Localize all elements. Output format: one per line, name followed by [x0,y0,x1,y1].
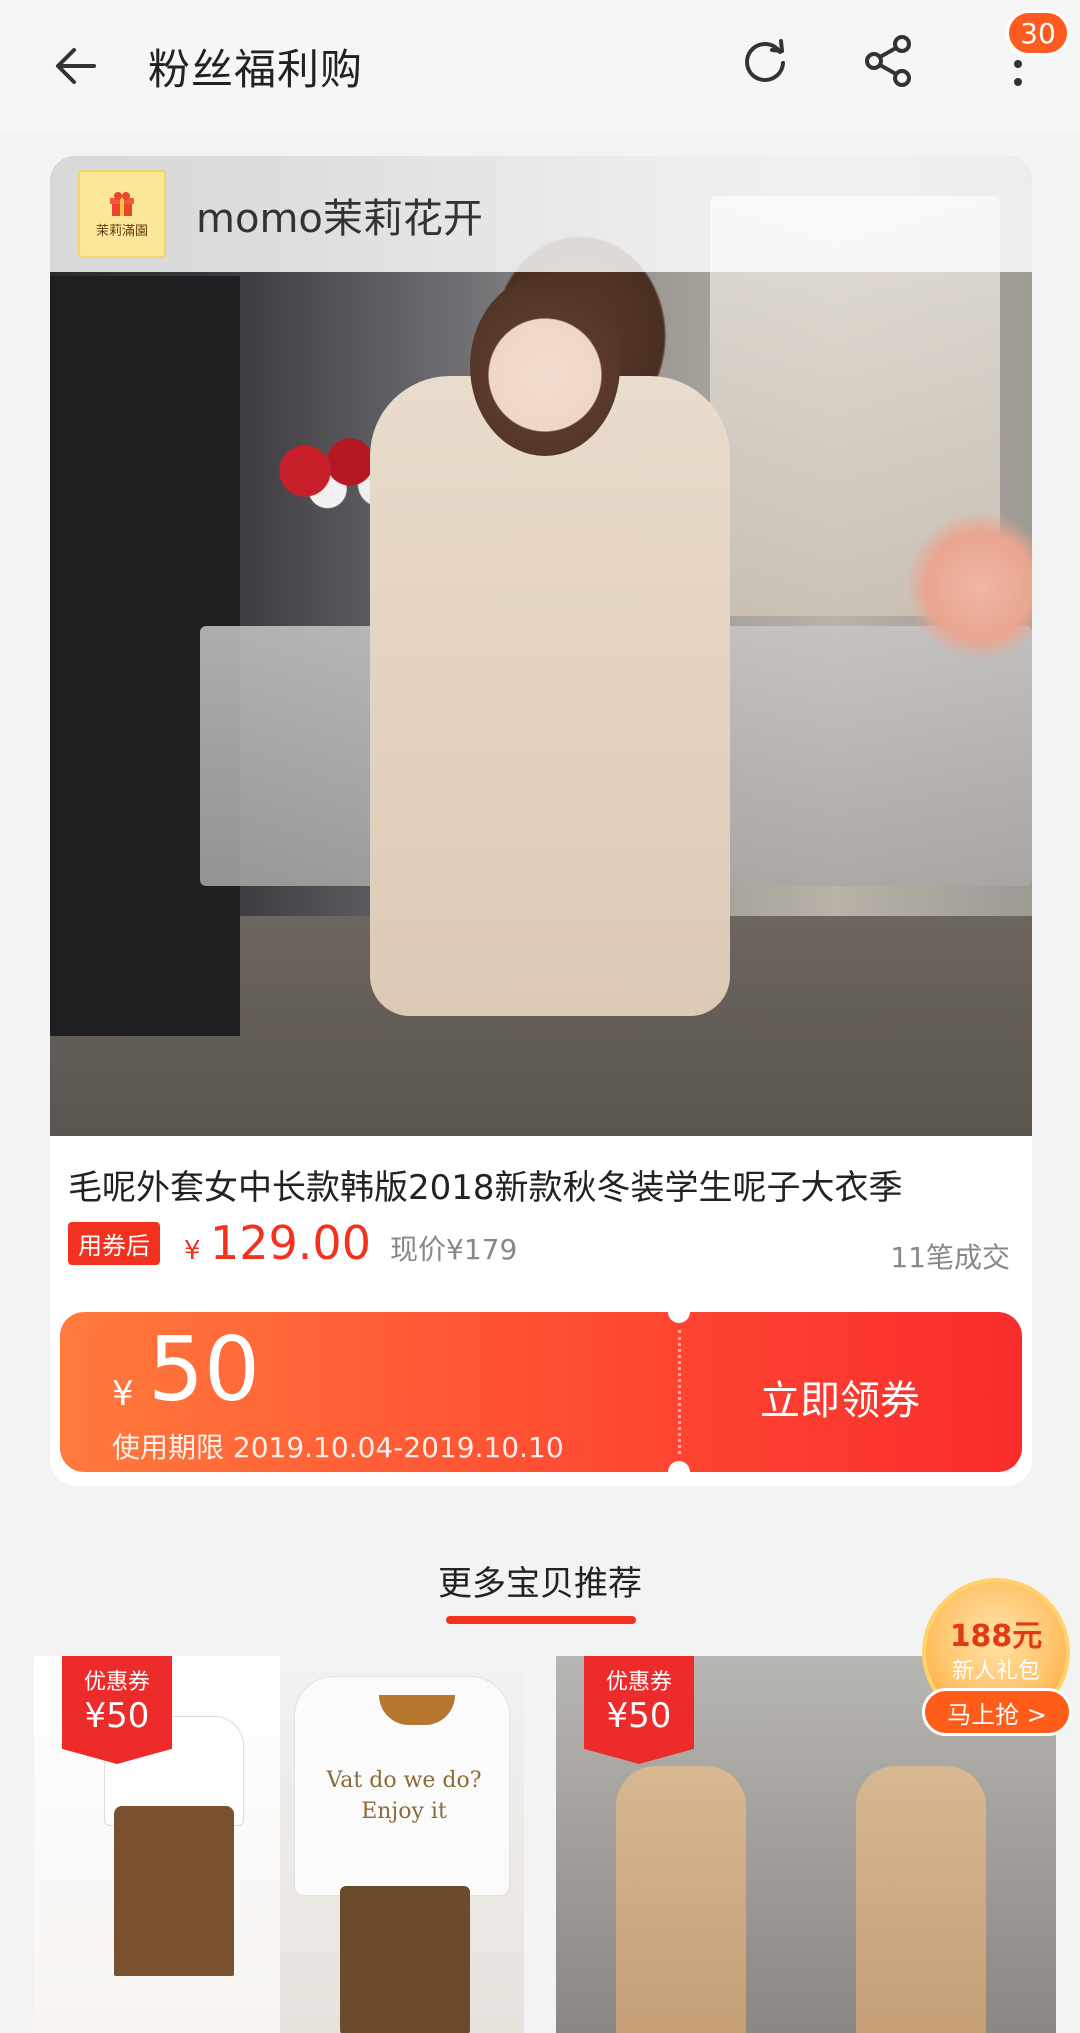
coupon-ribbon-amount: ¥50 [606,1696,672,1736]
promo-amount: 188元 [949,1618,1043,1654]
coupon-banner[interactable]: ¥ 50 使用期限 2019.10.04-2019.10.10 立即领券 [60,1312,1022,1472]
recommend-item[interactable]: Vat do we do? Enjoy it [280,1656,524,2033]
item-sweater-collar [379,1695,455,1725]
item-trench-coat [856,1766,986,2033]
shop-name[interactable]: momo茉莉花开 [196,186,483,244]
coupon-ribbon: 优惠券 ¥50 [62,1656,172,1764]
recommend-section-underline [446,1616,636,1624]
item-skirt [340,1886,470,2033]
product-card: 茉莉滿園 momo茉莉花开 毛呢外套女中长款韩版2018新款秋冬装学生呢子大衣季… [50,156,1032,1486]
product-image[interactable] [50,156,1032,1136]
original-price: 现价¥179 [390,1233,518,1266]
coupon-divider [678,1330,681,1454]
gift-icon [110,191,134,216]
sweater-print-text: Vat do we do? Enjoy it [326,1768,482,1824]
notification-badge: 30 [1006,10,1070,56]
back-button[interactable] [46,38,102,94]
coupon-ribbon-amount: ¥50 [84,1696,150,1736]
claim-coupon-button[interactable]: 立即领券 [760,1368,920,1426]
recommend-section-title: 更多宝贝推荐 [438,1564,642,1604]
promo-grab-button[interactable]: 马上抢 > [922,1688,1072,1736]
coupon-amount: 50 [148,1318,260,1421]
shop-logo-text: 茉莉滿園 [95,223,148,239]
share-icon [865,35,911,87]
coupon-notch-top [668,1312,690,1323]
price-value: 129.00 [210,1216,371,1270]
share-button[interactable] [860,32,918,90]
item-skirt [114,1806,234,1976]
product-title: 毛呢外套女中长款韩版2018新款秋冬装学生呢子大衣季 [68,1168,903,1208]
back-arrow-icon [56,48,96,84]
promo-subtitle: 新人礼包 [951,1658,1040,1684]
coupon-validity: 使用期限 2019.10.04-2019.10.10 [112,1431,564,1464]
image-coat [370,376,730,1016]
coupon-currency: ¥ [112,1374,134,1414]
image-model-head [470,276,620,456]
refresh-icon [745,39,785,82]
coupon-ribbon: 优惠券 ¥50 [584,1656,694,1764]
coupon-ribbon-label: 优惠券 [605,1670,672,1695]
shop-logo: 茉莉滿園 [78,170,166,258]
recommend-item[interactable]: 优惠券 ¥50 [34,1656,280,2033]
after-coupon-tag: 用券后 [68,1222,160,1265]
coupon-ribbon-label: 优惠券 [83,1670,150,1695]
app-header: 粉丝福利购 30 [0,0,1080,130]
refresh-button[interactable] [736,32,794,90]
coupon-notch-bottom [668,1461,690,1472]
sold-count: 11笔成交 [890,1241,1010,1274]
price-currency: ¥ [184,1236,201,1266]
page-title: 粉丝福利购 [148,45,364,94]
shop-bar[interactable]: 茉莉滿園 momo茉莉花开 [50,156,1032,272]
item-trench-coat [616,1766,746,2033]
image-plume [910,506,1032,666]
